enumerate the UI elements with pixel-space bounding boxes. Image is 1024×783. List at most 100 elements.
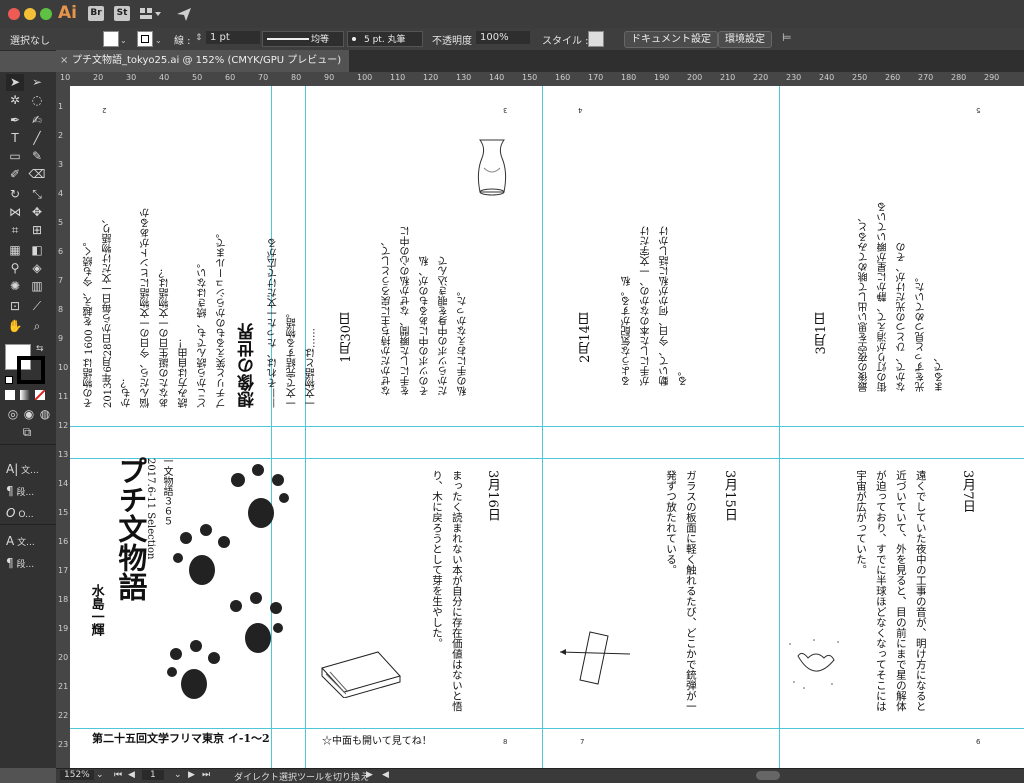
document-tab[interactable]: × プチ文物語_tokyo25.ai @ 152% (CMYK/GPU プレビュ… (56, 50, 350, 72)
zoom-tool-icon[interactable]: ⌕ (28, 318, 46, 335)
graphic-style-swatch[interactable] (588, 31, 604, 47)
horizontal-ruler: 10 20 30 40 50 60 70 80 90 100 110 120 130 140 150 160 1… (56, 72, 1024, 87)
rectangle-tool-icon[interactable]: ▭ (6, 148, 24, 165)
color-mode-icon[interactable] (5, 390, 15, 400)
next-artboard-icon[interactable]: ▶ (188, 770, 195, 780)
ruler-tick-label: 2 (58, 131, 64, 140)
width-tool-icon[interactable]: ⋈ (6, 204, 24, 221)
close-tab-icon[interactable]: × (60, 50, 68, 72)
zoom-window-button[interactable] (40, 8, 52, 20)
ruler-tick-label: 140 (489, 73, 505, 82)
direct-selection-tool-icon[interactable]: ➢ (28, 74, 46, 91)
ruler-tick-label: 8 (58, 305, 64, 314)
ruler-tick-label: 6 (58, 247, 64, 256)
arrange-documents-icon[interactable] (140, 7, 162, 21)
opentype-panel-item[interactable]: O O... (6, 506, 34, 522)
chevron-down-icon[interactable]: ⌄ (155, 36, 162, 45)
shaper-tool-icon[interactable]: ✐ (6, 166, 24, 183)
guide-horizontal (70, 426, 1024, 427)
stroke-color-swatch[interactable] (137, 31, 153, 47)
gradient-tool-icon[interactable]: ◧ (28, 242, 46, 259)
character-panel-item[interactable]: A| 文... (6, 462, 39, 478)
opacity-input[interactable]: 100% (476, 31, 530, 44)
ruler-tick-label: 240 (819, 73, 835, 82)
eraser-tool-icon[interactable]: ⌫ (28, 166, 46, 183)
minimize-window-button[interactable] (24, 8, 36, 20)
paintbrush-tool-icon[interactable]: ✎ (28, 148, 46, 165)
perspective-grid-tool-icon[interactable]: ⊞ (28, 222, 46, 239)
story-text-mar1: 最後の夜空を思い出して眺めてみると、 街の灯りが消えて、静かに星が瞬いている な… (859, 202, 946, 392)
paragraph-styles-panel-item[interactable]: ¶ 段... (6, 556, 34, 572)
close-window-button[interactable] (8, 8, 20, 20)
character-styles-panel-item[interactable]: A 文... (6, 534, 35, 550)
ruler-tick-label: 1 (58, 102, 64, 111)
page-number: 8 (503, 738, 508, 746)
symbol-sprayer-tool-icon[interactable]: ✺ (6, 278, 24, 295)
preferences-button[interactable]: 環境設定 (718, 31, 772, 48)
scale-tool-icon[interactable]: ⤡ (28, 186, 46, 203)
gradient-mode-icon[interactable] (20, 390, 30, 400)
date-heading: 1月30日 (339, 312, 354, 363)
none-mode-icon[interactable] (34, 389, 46, 401)
slice-tool-icon[interactable]: ⟋ (28, 298, 46, 315)
vertical-ruler: 1 2 3 4 5 6 7 8 9 10 11 12 13 14 15 16 17 18 19 20 21 22 23 (56, 86, 71, 768)
draw-inside-icon[interactable]: ◍ (36, 406, 54, 423)
free-transform-tool-icon[interactable]: ⌗ (6, 222, 24, 239)
document-setup-button[interactable]: ドキュメント設定 (624, 31, 718, 48)
lasso-tool-icon[interactable]: ◌ (28, 92, 46, 109)
mesh-tool-icon[interactable]: ▦ (6, 242, 24, 259)
paragraph-panel-item[interactable]: ¶ 段... (6, 484, 34, 500)
chevron-down-icon[interactable]: ⌄ (120, 36, 127, 45)
zoom-dropdown-icon[interactable]: ⌄ (96, 770, 104, 780)
story-text-mar15: ガラスの板面に軽く触れるたび、どこかで銃弾が一 発ずつ放たれている。 (664, 470, 697, 712)
magic-wand-tool-icon[interactable]: ✲ (6, 92, 24, 109)
glass-board-illustration (560, 631, 630, 685)
type-tool-icon[interactable]: T (6, 130, 24, 147)
story-text-feb14: るような気配がする。私 が手にした本のなかの、一文字だけ 動いて、今日、何かが私… (622, 226, 690, 386)
hand-tool-icon[interactable]: ✋ (6, 318, 24, 335)
artboard-number-input[interactable]: 1 (142, 770, 164, 780)
brush-definition[interactable]: 5 pt. 丸筆 (347, 31, 423, 47)
stock-button[interactable]: St (114, 6, 130, 21)
screen-mode-icon[interactable]: ⧉ (18, 424, 36, 441)
default-colors-icon[interactable] (5, 376, 13, 384)
graph-tool-icon[interactable]: ▥ (28, 278, 46, 295)
puppet-warp-tool-icon[interactable]: ✥ (28, 204, 46, 221)
date-heading: 3月7日 (959, 470, 975, 513)
rotate-tool-icon[interactable]: ↻ (6, 186, 24, 203)
page-number: 2 (102, 106, 107, 114)
artboard-tool-icon[interactable]: ⊡ (6, 298, 24, 315)
variable-width-profile[interactable]: 均等 (262, 31, 344, 47)
ruler-tick-label: 12 (58, 421, 69, 430)
selection-tool-icon[interactable]: ➤ (6, 74, 24, 91)
previous-artboard-icon[interactable]: ◀ (128, 770, 135, 780)
artboard-dropdown-icon[interactable]: ⌄ (174, 770, 182, 780)
blend-tool-icon[interactable]: ◈ (28, 260, 46, 277)
first-artboard-icon[interactable]: ⏮ (114, 770, 122, 780)
bridge-button[interactable]: Br (88, 6, 104, 21)
page-number: 3 (503, 106, 508, 114)
swap-colors-icon[interactable]: ⇆ (36, 344, 44, 354)
pen-tool-icon[interactable]: ✒ (6, 112, 24, 129)
ruler-tick-label: 11 (58, 392, 69, 401)
ruler-tick-label: 150 (522, 73, 538, 82)
send-icon[interactable] (176, 6, 192, 22)
horizontal-scrollbar-thumb[interactable] (756, 771, 780, 780)
guide-horizontal (70, 728, 1024, 729)
artboard-canvas[interactable]: 2 3 4 5 8 7 6 その物語は 1600 を越え、今も続く。 2013年… (70, 86, 1024, 768)
curvature-tool-icon[interactable]: ✍ (28, 112, 46, 129)
line-tool-icon[interactable]: ╱ (28, 130, 46, 147)
stroke-weight-input[interactable]: 1 pt (206, 31, 260, 44)
stepper-icon[interactable]: ⇕ (195, 33, 203, 43)
footer-note: ☆中面も開いて見てね！ (322, 736, 432, 747)
ruler-tick-label: 13 (58, 450, 69, 459)
scroll-left-icon[interactable]: ◀ (382, 770, 389, 780)
ruler-tick-label: 30 (126, 73, 137, 82)
last-artboard-icon[interactable]: ⏭ (202, 770, 210, 780)
zoom-level[interactable]: 152% (60, 770, 94, 780)
align-panel-icon[interactable]: ⊨ (782, 31, 792, 44)
status-menu-icon[interactable]: ▶ (366, 770, 373, 780)
fill-color-swatch[interactable] (103, 31, 119, 47)
eyedropper-tool-icon[interactable]: ⚲ (6, 260, 24, 277)
stroke-swatch[interactable] (17, 356, 45, 384)
